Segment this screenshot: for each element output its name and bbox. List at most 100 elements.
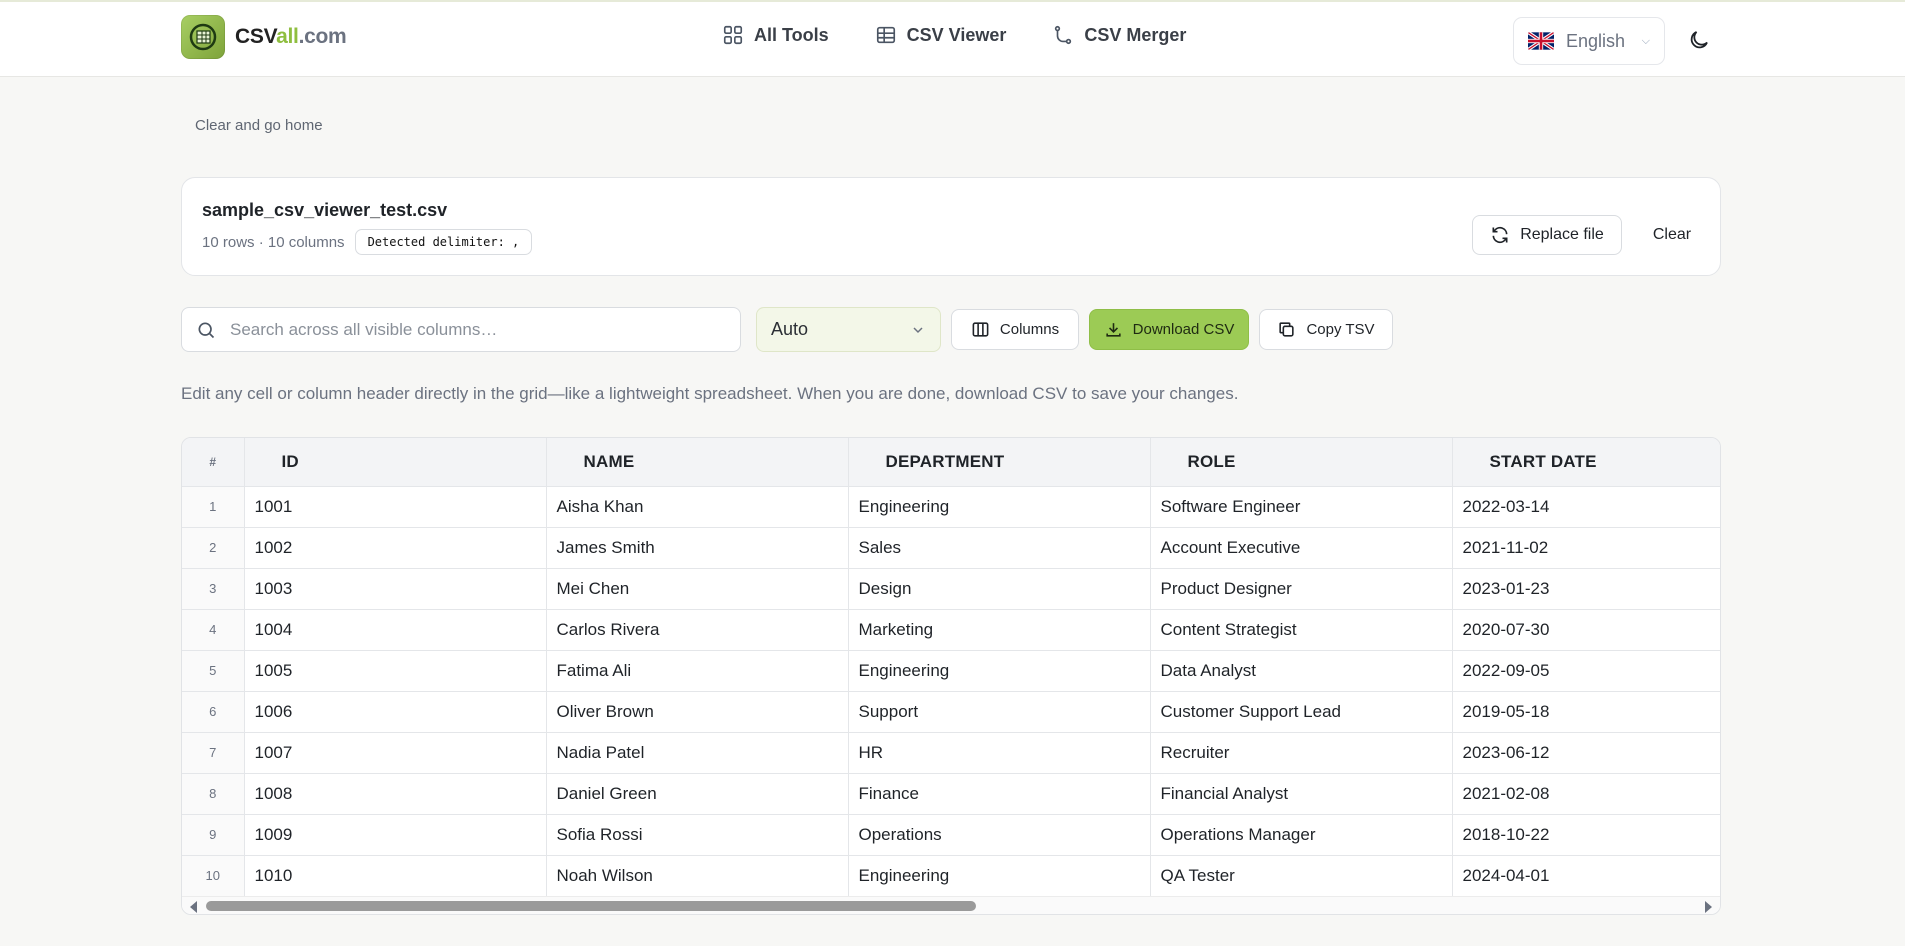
table-cell[interactable]: Finance [848, 773, 1151, 815]
table-cell[interactable]: Mei Chen [546, 568, 849, 610]
table-cell[interactable]: 2023-06-12 [1452, 732, 1720, 774]
download-csv-button[interactable]: Download CSV [1089, 309, 1249, 350]
table-row: 1 1001 Aisha Khan Engineering Software Engin… [182, 486, 1720, 528]
row-index: 2 [182, 527, 245, 569]
table-cell[interactable]: Customer Support Lead [1150, 691, 1453, 733]
table-cell[interactable]: QA Tester [1150, 855, 1453, 897]
table-cell[interactable]: Carlos Rivera [546, 609, 849, 651]
table-cell[interactable]: Design [848, 568, 1151, 610]
table-cell[interactable]: Account Executive [1150, 527, 1453, 569]
table-row: 3 1003 Mei Chen Design Product Designer 2023-… [182, 568, 1720, 610]
table-cell[interactable]: 2021-11-02 [1452, 527, 1720, 569]
column-header[interactable]: NAME [546, 438, 849, 487]
table-cell[interactable]: Aisha Khan [546, 486, 849, 528]
table-cell[interactable]: 1010 [244, 855, 547, 897]
row-index: 10 [182, 855, 245, 897]
columns-label: Columns [999, 321, 1060, 338]
table-cell[interactable]: Support [848, 691, 1151, 733]
table-cell[interactable]: Financial Analyst [1150, 773, 1453, 815]
search-input[interactable] [228, 318, 708, 341]
clear-button[interactable]: Clear [1642, 215, 1702, 255]
table-cell[interactable]: 1004 [244, 609, 547, 651]
horizontal-scrollbar[interactable] [182, 896, 1720, 914]
clear-and-go-home-link[interactable]: Clear and go home [195, 117, 323, 134]
table-cell[interactable]: 2022-03-14 [1452, 486, 1720, 528]
column-header[interactable]: ID [244, 438, 547, 487]
row-index: 1 [182, 486, 245, 528]
scrollbar-thumb[interactable] [206, 901, 976, 911]
table-cell[interactable]: 1006 [244, 691, 547, 733]
table-cell[interactable]: 1005 [244, 650, 547, 692]
data-grid: # ID NAME DEPARTMENT ROLE START DATE 1 10… [181, 437, 1721, 915]
file-meta: 10 rows · 10 columns Detected delimiter:… [202, 229, 533, 255]
file-name: sample_csv_viewer_test.csv [202, 200, 448, 220]
table-row: 5 1005 Fatima Ali Engineering Data Analyst 20… [182, 650, 1720, 692]
nav-csv-merger[interactable]: CSV Merger [1052, 24, 1186, 46]
scroll-left-arrow-icon[interactable] [190, 901, 197, 913]
table-cell[interactable]: 1008 [244, 773, 547, 815]
table-cell[interactable]: 2024-04-01 [1452, 855, 1720, 897]
scroll-right-arrow-icon[interactable] [1705, 901, 1712, 913]
table-cell[interactable]: 2022-09-05 [1452, 650, 1720, 692]
table-cell[interactable]: HR [848, 732, 1151, 774]
table-cell[interactable]: James Smith [546, 527, 849, 569]
table-cell[interactable]: Sales [848, 527, 1151, 569]
table-cell[interactable]: 2020-07-30 [1452, 609, 1720, 651]
table-cell[interactable]: 1001 [244, 486, 547, 528]
column-header[interactable]: ROLE [1150, 438, 1453, 487]
table-cell[interactable]: Nadia Patel [546, 732, 849, 774]
table-cell[interactable]: Product Designer [1150, 568, 1453, 610]
nav-all-tools[interactable]: All Tools [722, 24, 829, 46]
column-header[interactable]: START DATE [1452, 438, 1720, 487]
data-table: # ID NAME DEPARTMENT ROLE START DATE 1 10… [182, 438, 1720, 897]
nav-csv-viewer[interactable]: CSV Viewer [875, 24, 1006, 46]
table-cell[interactable]: Operations [848, 814, 1151, 856]
download-csv-label: Download CSV [1132, 321, 1235, 338]
uk-flag-icon [1528, 32, 1554, 50]
table-row: 6 1006 Oliver Brown Support Customer Support… [182, 691, 1720, 733]
copy-tsv-button[interactable]: Copy TSV [1259, 309, 1393, 350]
table-cell[interactable]: Engineering [848, 486, 1151, 528]
logo-text-part-1: CSV [235, 25, 277, 48]
language-select[interactable]: English ⌵ [1513, 17, 1665, 65]
table-cell[interactable]: Engineering [848, 855, 1151, 897]
table-cell[interactable]: 2021-02-08 [1452, 773, 1720, 815]
replace-file-button[interactable]: Replace file [1472, 215, 1622, 255]
table-cell[interactable]: Oliver Brown [546, 691, 849, 733]
download-icon [1106, 323, 1121, 337]
table-cell[interactable]: 2018-10-22 [1452, 814, 1720, 856]
table-cell[interactable]: Operations Manager [1150, 814, 1453, 856]
table-cell[interactable]: Daniel Green [546, 773, 849, 815]
table-row: 4 1004 Carlos Rivera Marketing Content Strat… [182, 609, 1720, 651]
row-index-header: # [182, 438, 245, 487]
copy-tsv-label: Copy TSV [1306, 321, 1375, 338]
table-row: 9 1009 Sofia Rossi Operations Operations Man… [182, 814, 1720, 856]
table-cell[interactable]: Marketing [848, 609, 1151, 651]
table-cell[interactable]: Data Analyst [1150, 650, 1453, 692]
logo-link[interactable]: CSVall.com [181, 14, 347, 60]
table-row: 7 1007 Nadia Patel HR Recruiter 2023-06-12 [182, 732, 1720, 774]
replace-file-label: Replace file [1520, 226, 1604, 243]
chevron-down-icon [913, 326, 923, 333]
table-cell[interactable]: Sofia Rossi [546, 814, 849, 856]
table-row: 2 1002 James Smith Sales Account Executive 20… [182, 527, 1720, 569]
table-cell[interactable]: Content Strategist [1150, 609, 1453, 651]
table-cell[interactable]: Engineering [848, 650, 1151, 692]
table-cell[interactable]: Noah Wilson [546, 855, 849, 897]
table-cell[interactable]: Fatima Ali [546, 650, 849, 692]
table-row: 8 1008 Daniel Green Finance Financial Analys… [182, 773, 1720, 815]
column-header[interactable]: DEPARTMENT [848, 438, 1151, 487]
table-cell[interactable]: 1009 [244, 814, 547, 856]
columns-button[interactable]: Columns [951, 309, 1079, 350]
theme-toggle-button[interactable] [1687, 28, 1711, 52]
table-cell[interactable]: 1007 [244, 732, 547, 774]
table-cell[interactable]: Software Engineer [1150, 486, 1453, 528]
table-cell[interactable]: 1003 [244, 568, 547, 610]
delimiter-select[interactable]: Auto [756, 307, 941, 352]
table-cell[interactable]: 2019-05-18 [1452, 691, 1720, 733]
table-cell[interactable]: 2023-01-23 [1452, 568, 1720, 610]
logo-text-part-3: .com [298, 25, 347, 48]
table-cell[interactable]: Recruiter [1150, 732, 1453, 774]
table-cell[interactable]: 1002 [244, 527, 547, 569]
row-index: 5 [182, 650, 245, 692]
